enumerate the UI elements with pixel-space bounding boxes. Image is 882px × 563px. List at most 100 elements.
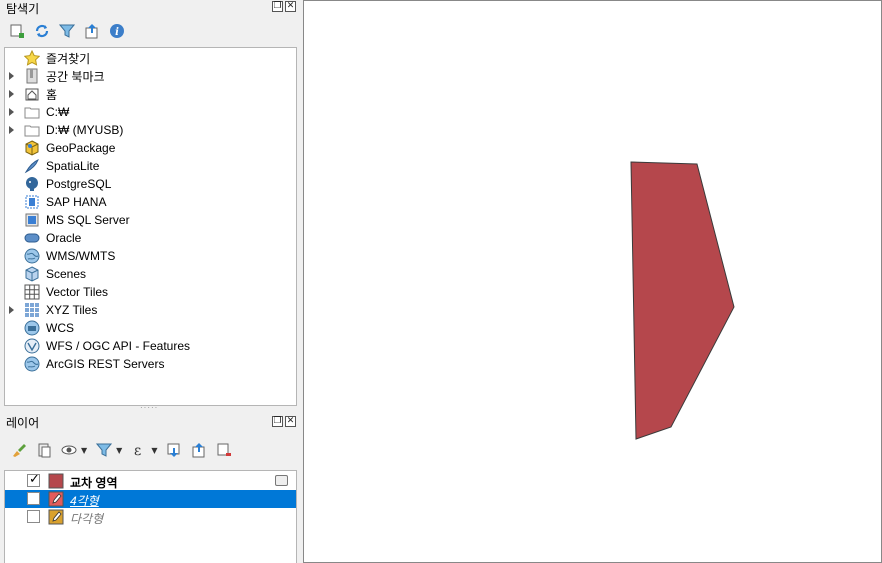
layers-panel-title: 레이어: [6, 416, 40, 430]
postgresql-icon: [24, 176, 40, 192]
filter-icon: [59, 24, 75, 38]
eye-icon: [61, 445, 77, 455]
chevron-right-icon[interactable]: [9, 72, 14, 80]
arcgis-icon: [24, 356, 40, 372]
filter-icon: [96, 443, 113, 457]
refresh-button[interactable]: [33, 22, 51, 40]
browser-item-label: PostgreSQL: [46, 177, 112, 191]
map-svg: [630, 161, 735, 440]
browser-item[interactable]: ArcGIS REST Servers: [5, 355, 296, 373]
folder-icon: [24, 122, 40, 138]
browser-item[interactable]: D:₩ (MYUSB): [5, 121, 296, 139]
add-layer-button[interactable]: [8, 22, 26, 40]
browser-item[interactable]: 공간 북마크: [5, 67, 296, 85]
polygon-symbol-icon[interactable]: [48, 473, 64, 489]
chevron-down-icon[interactable]: ▼: [81, 446, 87, 455]
layer-visibility-checkbox[interactable]: [27, 472, 40, 487]
expand-all-button[interactable]: [165, 441, 183, 459]
layer-row[interactable]: 4각형: [5, 490, 296, 508]
chevron-down-icon[interactable]: ▼: [151, 446, 157, 455]
browser-item-label: SpatiaLite: [46, 159, 100, 173]
browser-item-label: Oracle: [46, 231, 82, 245]
remove-layer-button[interactable]: [215, 441, 233, 459]
layer-row[interactable]: 다각형: [5, 508, 296, 526]
browser-item[interactable]: 즐겨찾기: [5, 49, 296, 67]
browser-item-label: C:₩: [46, 105, 70, 119]
browser-item[interactable]: GeoPackage: [5, 139, 296, 157]
style-layer-button[interactable]: [10, 441, 28, 459]
browser-item[interactable]: C:₩: [5, 103, 296, 121]
scenes-icon: [24, 266, 40, 282]
browser-item[interactable]: WFS / OGC API - Features: [5, 337, 296, 355]
manage-map-themes-button[interactable]: [60, 441, 78, 459]
close-panel-icon[interactable]: ✕: [285, 416, 296, 427]
chevron-right-icon[interactable]: [9, 126, 14, 134]
layer-visibility-checkbox[interactable]: [27, 510, 40, 523]
mssql-icon: [24, 212, 40, 228]
intersection-polygon[interactable]: [630, 161, 735, 440]
browser-item-label: WMS/WMTS: [46, 249, 116, 263]
float-panel-icon[interactable]: ❐: [272, 416, 283, 427]
folder-icon: [24, 104, 40, 120]
wcs-icon: [24, 320, 40, 336]
collapse-all-icon: [192, 443, 205, 458]
collapse-all-button[interactable]: [83, 22, 101, 40]
vector-tiles-icon: [24, 284, 40, 300]
browser-item-label: XYZ Tiles: [46, 303, 98, 317]
browser-item[interactable]: WMS/WMTS: [5, 247, 296, 265]
browser-item[interactable]: SpatiaLite: [5, 157, 296, 175]
browser-item[interactable]: Oracle: [5, 229, 296, 247]
add-group-button[interactable]: [35, 441, 53, 459]
browser-item[interactable]: SAP HANA: [5, 193, 296, 211]
paint-brush-icon: [13, 444, 26, 457]
home-icon: [24, 86, 40, 102]
browser-item-label: WCS: [46, 321, 74, 335]
edit-pencil-icon[interactable]: [48, 491, 64, 507]
browser-item[interactable]: WCS: [5, 319, 296, 337]
browser-item-label: MS SQL Server: [46, 213, 130, 227]
browser-toolbar: i: [8, 22, 133, 40]
browser-item[interactable]: Vector Tiles: [5, 283, 296, 301]
browser-item-label: SAP HANA: [46, 195, 107, 209]
spatialite-icon: [24, 158, 40, 174]
collapse-all-layers-button[interactable]: [190, 441, 208, 459]
close-panel-icon[interactable]: ✕: [285, 1, 296, 12]
browser-item[interactable]: MS SQL Server: [5, 211, 296, 229]
browser-item[interactable]: XYZ Tiles: [5, 301, 296, 319]
layer-row[interactable]: 교차 영역: [5, 472, 296, 490]
svg-text:ε: ε: [134, 443, 141, 458]
browser-item[interactable]: Scenes: [5, 265, 296, 283]
sap-hana-icon: [24, 194, 40, 210]
layers-tree[interactable]: 교차 영역 4각형다각형: [4, 470, 297, 563]
float-panel-icon[interactable]: ❐: [272, 1, 283, 12]
edit-pencil-icon[interactable]: [48, 509, 64, 525]
refresh-icon: [35, 24, 49, 38]
properties-button[interactable]: i: [108, 22, 126, 40]
left-dock: 탐색기 ❐ ✕ i 즐겨찾기 공간 북마크 홈 C:₩ D:₩ (MYUSB) GeoPa…: [0, 0, 302, 563]
chevron-right-icon[interactable]: [9, 90, 14, 98]
browser-item[interactable]: PostgreSQL: [5, 175, 296, 193]
map-canvas[interactable]: [303, 0, 882, 563]
layers-toolbar: ▼ ▼ ε ▼: [10, 441, 240, 459]
filter-legend-button[interactable]: [95, 441, 113, 459]
browser-item[interactable]: 홈: [5, 85, 296, 103]
layer-name: 4각형: [70, 494, 99, 508]
collapse-all-icon: [85, 24, 98, 39]
add-group-icon: [38, 443, 51, 458]
filter-button[interactable]: [58, 22, 76, 40]
wfs-icon: [24, 338, 40, 354]
browser-item-label: 즐겨찾기: [46, 51, 91, 66]
browser-tree[interactable]: 즐겨찾기공간 북마크홈 C:₩ D:₩ (MYUSB) GeoPackage Spati…: [4, 47, 297, 406]
chevron-down-icon[interactable]: ▼: [116, 446, 122, 455]
layer-visibility-checkbox[interactable]: [27, 492, 40, 505]
panel-splitter-handle[interactable]: ·····: [140, 404, 160, 412]
layer-name: 교차 영역: [70, 476, 118, 490]
chevron-right-icon[interactable]: [9, 108, 14, 116]
bookmark-icon: [24, 68, 40, 84]
browser-item-label: 공간 북마크: [46, 69, 105, 84]
layer-filter-indicator-icon[interactable]: [275, 475, 288, 486]
chevron-right-icon[interactable]: [9, 306, 14, 314]
remove-layer-icon: [217, 443, 232, 456]
browser-item-label: 홈: [46, 87, 58, 102]
filter-expression-button[interactable]: ε: [130, 441, 148, 459]
